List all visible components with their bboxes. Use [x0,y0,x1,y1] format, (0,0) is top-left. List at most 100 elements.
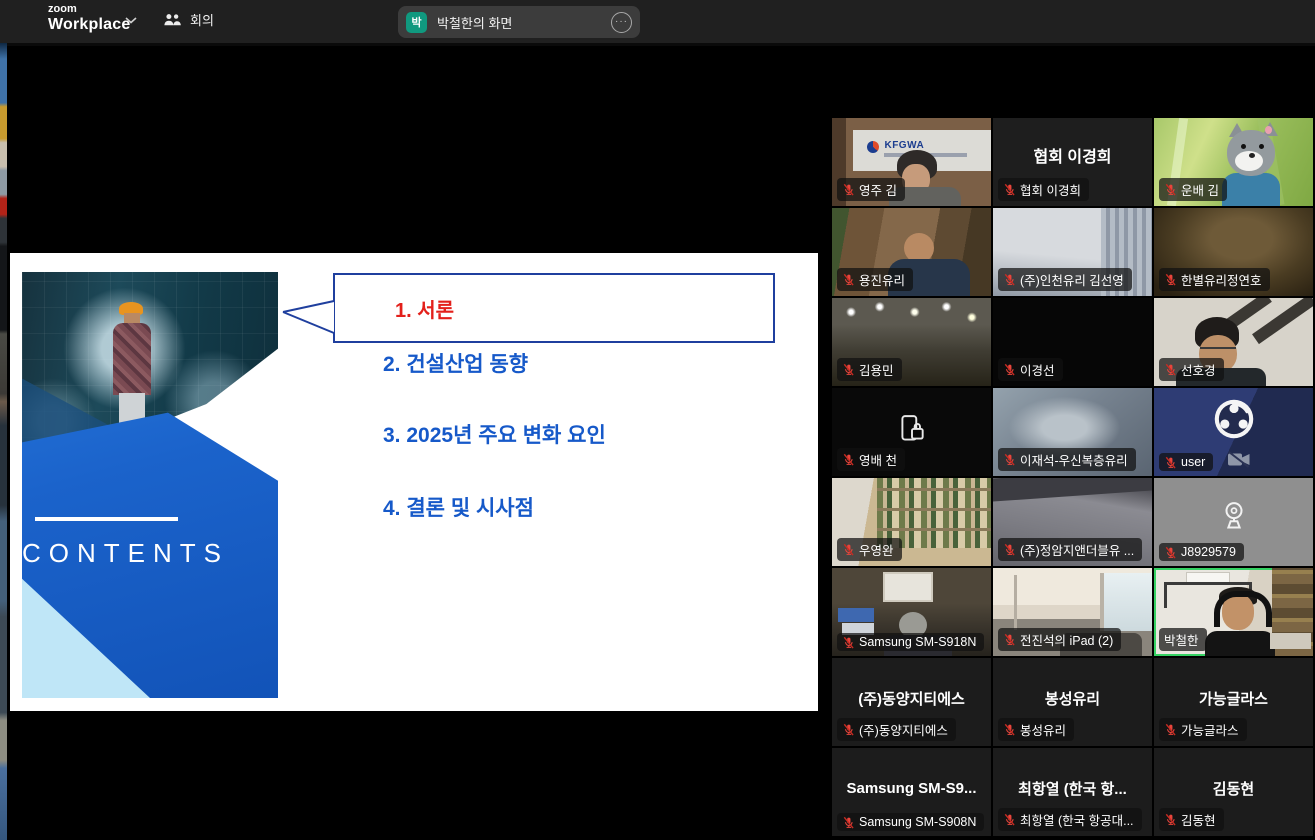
mic-muted-icon [1164,183,1177,196]
participant-tile[interactable]: 우영완 [832,478,991,566]
contents-heading: CONTENTS [22,538,222,569]
glasses [1200,347,1236,358]
participant-tile[interactable]: 협회 이경희 협회 이경희 [993,118,1152,206]
participant-name: 우영완 [859,540,894,559]
participant-nameplate: 우영완 [837,538,902,561]
chevron-down-icon[interactable] [125,17,137,24]
participant-tile[interactable]: 영배 천 [832,388,991,476]
participant-nameplate: 김동현 [1159,808,1224,831]
kfgwa-logo-icon [867,141,879,153]
participant-tile[interactable]: (주)정암지앤더블유 ... [993,478,1152,566]
participant-name: (주)정암지앤더블유 ... [1020,540,1134,559]
participant-nameplate: 이재석-우신복층유리 [998,448,1136,471]
tab-meeting[interactable]: 회의 [163,10,214,29]
participant-tile[interactable]: J8929579 [1154,478,1313,566]
wall-art [883,572,933,602]
participant-name: (주)인천유리 김선영 [1020,270,1124,289]
contents-divider-line [35,517,178,521]
participant-tile[interactable]: Samsung SM-S918N [832,568,991,656]
video-grid: KFGWA 영주 김 협회 이경희 협회 이경희 [832,118,1313,836]
participant-tile[interactable]: Samsung SM-S9... Samsung SM-S908N [832,748,991,836]
slide-item-3: 3. 2025년 주요 변화 요인 [383,419,606,449]
participant-name: 이재석-우신복층유리 [1020,450,1128,469]
zoom-meeting-window: { "topbar": { "logo_top": "zoom", "logo_… [0,0,1315,840]
participant-tile[interactable]: (주)동양지티에스 (주)동양지티에스 [832,658,991,746]
desk-box [838,608,874,622]
participant-tile[interactable]: (주)인천유리 김선영 [993,208,1152,296]
participant-name: 이경선 [1020,360,1055,379]
participant-name: 용진유리 [859,270,905,289]
participant-name: 김동현 [1181,810,1216,829]
participant-nameplate: 한별유리정연호 [1159,268,1270,291]
zoom-workplace-logo: zoom Workplace [48,4,130,33]
mic-muted-icon [842,453,855,466]
mic-muted-icon [842,723,855,736]
participant-tile[interactable]: 김용민 [832,298,991,386]
participant-tile[interactable]: 전진석의 iPad (2) [993,568,1152,656]
participant-tile[interactable]: 이재석-우신복층유리 [993,388,1152,476]
person-head [124,313,140,323]
participant-name: 영배 천 [859,450,897,469]
participant-name: Samsung SM-S908N [859,815,976,829]
participant-nameplate: 이경선 [998,358,1063,381]
participant-nameplate: user [1159,453,1213,471]
participant-tile[interactable]: 김동현 김동현 [1154,748,1313,836]
participant-nameplate: 용진유리 [837,268,913,291]
mic-muted-icon [1164,813,1177,826]
logo-zoom-text: zoom [48,4,130,15]
participant-name: J8929579 [1181,545,1236,559]
participant-name: 가능글라스 [1181,720,1239,739]
mic-muted-icon [842,363,855,376]
participant-name: 협회 이경희 [1020,180,1081,199]
participant-tile[interactable]: 선호경 [1154,298,1313,386]
participant-tile[interactable]: 운배 김 [1154,118,1313,206]
participant-nameplate: 영배 천 [837,448,905,471]
webcam-icon [1219,500,1249,530]
participant-name: 최항열 (한국 항공대... [1020,810,1134,829]
participant-nameplate: (주)인천유리 김선영 [998,268,1132,291]
more-options-icon[interactable]: ··· [611,12,632,33]
participant-nameplate: 운배 김 [1159,178,1227,201]
participant-nameplate: 박철한 [1159,628,1207,651]
mic-muted-icon [842,183,855,196]
participant-tile[interactable]: 봉성유리 봉성유리 [993,658,1152,746]
participant-tile[interactable]: 이경선 [993,298,1152,386]
mic-muted-icon [842,636,855,649]
slide-item-1: 1. 서론 [395,294,454,323]
participant-name: 한별유리정연호 [1181,270,1262,289]
participant-nameplate: (주)동양지티에스 [837,718,956,741]
participant-name: (주)동양지티에스 [859,720,948,739]
participant-tile[interactable]: 가능글라스 가능글라스 [1154,658,1313,746]
participant-tile[interactable]: KFGWA 영주 김 [832,118,991,206]
participant-tile[interactable]: 용진유리 [832,208,991,296]
participant-name: 운배 김 [1181,180,1219,199]
people-icon [163,13,182,27]
mic-muted-icon [1003,543,1016,556]
mic-muted-icon [1164,546,1177,559]
slide-item-4: 4. 결론 및 시사점 [383,492,534,522]
participant-name: Samsung SM-S918N [859,635,976,649]
mic-muted-icon [1003,633,1016,646]
avatar: 박 [406,12,427,33]
shared-screen-pill[interactable]: 박 박철한의 화면 ··· [398,6,640,38]
mic-muted-icon [1164,723,1177,736]
participant-tile[interactable]: 한별유리정연호 [1154,208,1313,296]
mic-muted-icon [1164,273,1177,286]
callout-box: 1. 서론 [333,273,775,343]
avatar-hoodie [1222,173,1280,206]
callout-tail [281,299,335,335]
participant-name: 박철한 [1164,630,1199,649]
mic-muted-icon [1003,363,1016,376]
locked-phone-icon [897,414,927,446]
mic-muted-icon [1003,453,1016,466]
logo-workplace-text: Workplace [48,17,130,33]
window [1100,573,1152,631]
participant-tile[interactable]: user [1154,388,1313,476]
person-body [1205,631,1275,656]
camera-off-icon [1227,451,1251,468]
participant-tile[interactable]: 최항열 (한국 항... 최항열 (한국 항공대... [993,748,1152,836]
participant-name: user [1181,455,1205,469]
participant-tile-active-speaker[interactable]: 박철한 [1154,568,1313,656]
participant-name: 봉성유리 [1020,720,1066,739]
participant-name: 전진석의 iPad (2) [1020,630,1113,649]
